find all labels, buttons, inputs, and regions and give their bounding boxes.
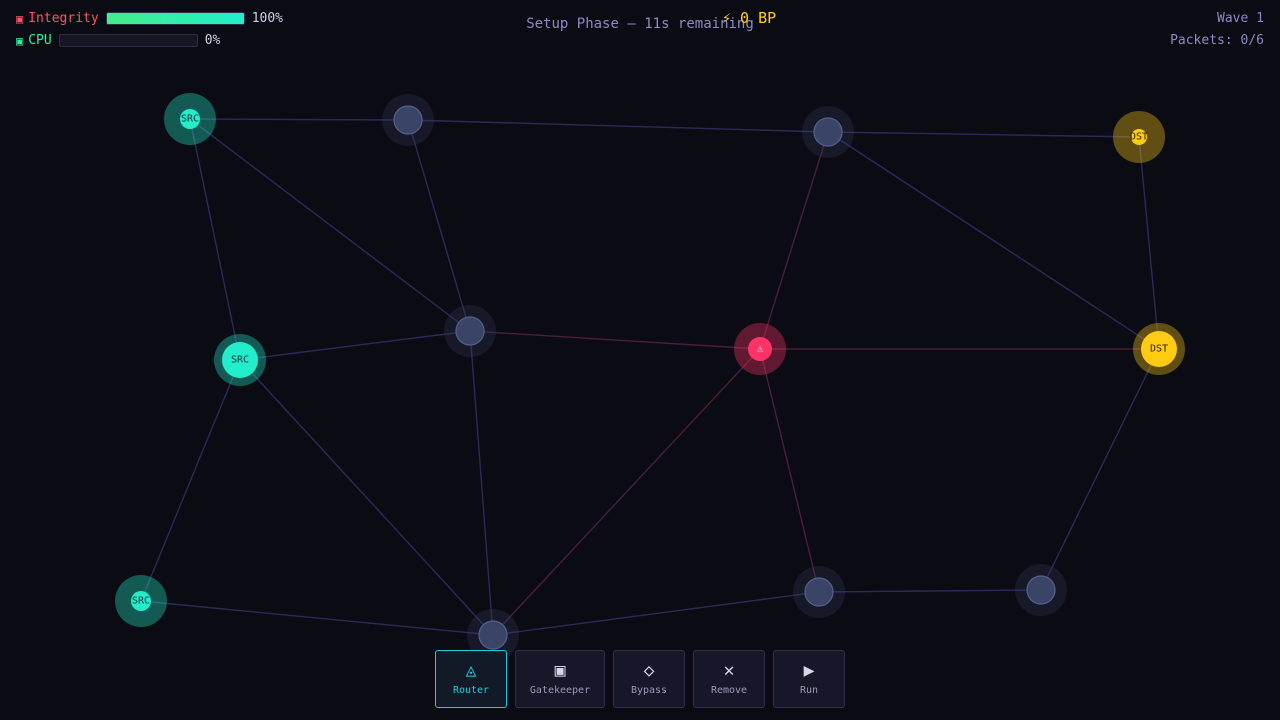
destination-node[interactable]: DST	[1133, 323, 1185, 375]
default-node[interactable]	[802, 106, 854, 158]
packet-counter: Packets: 0/6	[1170, 33, 1264, 48]
close-icon: ✕	[723, 660, 735, 681]
edge-n7-n11[interactable]	[759, 348, 820, 593]
destination-node[interactable]: DST	[1113, 111, 1165, 163]
edge-n2-n6[interactable]	[407, 119, 471, 332]
edge-n6-n10[interactable]	[469, 330, 494, 636]
edge-n7-n10[interactable]	[492, 348, 761, 636]
node-core	[455, 316, 485, 346]
router-icon: ◬	[465, 660, 477, 681]
cpu-icon: ▣	[16, 33, 24, 48]
threat-node[interactable]: ⚠	[734, 323, 786, 375]
gatekeeper-icon: ▣	[554, 660, 566, 681]
edge-n1-n5[interactable]	[189, 118, 241, 361]
edge-n3-n4[interactable]	[827, 131, 1140, 138]
edge-n5-n6[interactable]	[239, 330, 471, 361]
cpu-label: CPU	[28, 33, 52, 48]
remove-tool-label: Remove	[710, 685, 748, 696]
node-core	[813, 117, 843, 147]
edge-n11-n12[interactable]	[818, 589, 1042, 593]
node-label: DST	[1150, 344, 1168, 355]
phase-status: Setup Phase — 11s remaining	[526, 16, 754, 32]
remove-tool-button[interactable]: ✕ Remove	[693, 650, 765, 708]
source-node[interactable]: SRC	[164, 93, 216, 145]
source-node[interactable]: SRC	[214, 334, 266, 386]
cpu-meter: ▣ CPU 0%	[16, 33, 220, 48]
default-node[interactable]	[382, 94, 434, 146]
bypass-tool-label: Bypass	[630, 685, 668, 696]
wave-counter: Wave 1	[1217, 11, 1264, 26]
bypass-tool-button[interactable]: ◇ Bypass	[613, 650, 685, 708]
node-label: DST	[1130, 132, 1148, 143]
run-button-label: Run	[799, 685, 819, 696]
edge-n6-n7[interactable]	[469, 330, 761, 350]
default-node[interactable]	[793, 566, 845, 618]
network-canvas[interactable]: SRC DST SRC ⚠ DST SRC	[0, 0, 1280, 720]
router-tool-label: Router	[452, 685, 490, 696]
edge-n9-n10[interactable]	[140, 600, 494, 636]
source-node[interactable]: SRC	[115, 575, 167, 627]
node-core	[393, 105, 423, 135]
node-core	[478, 620, 508, 650]
edge-n3-n8[interactable]	[827, 131, 1160, 350]
edge-n3-n7[interactable]	[759, 131, 829, 350]
gatekeeper-tool-label: Gatekeeper	[529, 685, 591, 696]
edge-n4-n8[interactable]	[1138, 136, 1160, 350]
router-tool-button[interactable]: ◬ Router	[435, 650, 507, 708]
play-icon: ▶	[803, 660, 815, 681]
tool-bar: ◬ Router ▣ Gatekeeper ◇ Bypass ✕ Remove …	[435, 650, 845, 708]
edge-n8-n12[interactable]	[1040, 348, 1160, 591]
edge-n2-n3[interactable]	[407, 119, 829, 133]
cpu-bar	[58, 34, 198, 47]
edge-n1-n6[interactable]	[189, 118, 471, 332]
default-node[interactable]	[1015, 564, 1067, 616]
default-node[interactable]	[444, 305, 496, 357]
node-label: SRC	[132, 596, 150, 607]
edge-n1-n2[interactable]	[189, 118, 409, 121]
cpu-value: 0%	[204, 33, 221, 48]
warning-icon: ⚠	[757, 344, 764, 355]
node-label: SRC	[181, 114, 199, 125]
bypass-icon: ◇	[643, 660, 655, 681]
edge-n5-n10[interactable]	[239, 359, 494, 636]
gatekeeper-tool-button[interactable]: ▣ Gatekeeper	[515, 650, 605, 708]
node-label: SRC	[231, 355, 249, 366]
nodes-layer: SRC DST SRC ⚠ DST SRC	[115, 93, 1185, 661]
node-core	[1026, 575, 1056, 605]
edge-n5-n9[interactable]	[140, 359, 241, 602]
edges-layer	[140, 118, 1160, 636]
run-button[interactable]: ▶ Run	[773, 650, 845, 708]
edge-n10-n11[interactable]	[492, 591, 820, 636]
bandwidth-points: ⚡ 0 BP	[722, 9, 777, 27]
node-core	[804, 577, 834, 607]
